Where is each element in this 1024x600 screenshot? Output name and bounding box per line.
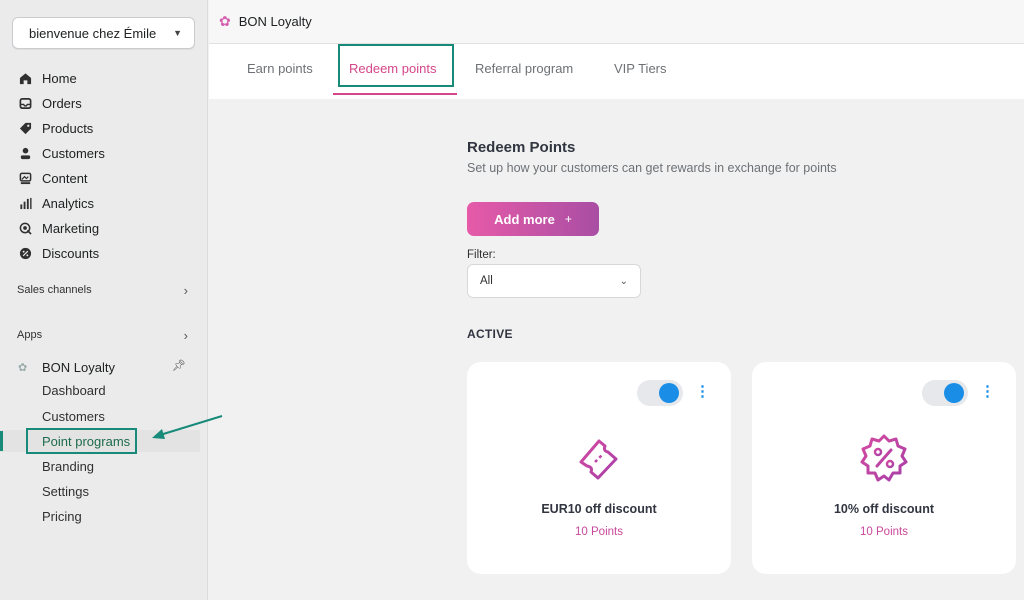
add-more-label: Add more: [494, 211, 555, 227]
tab-referral-program[interactable]: Referral program: [475, 61, 573, 76]
tab-vip-tiers[interactable]: VIP Tiers: [614, 61, 667, 76]
app-logo-icon: ✿: [18, 361, 28, 374]
store-name: bienvenue chez Émile: [29, 25, 157, 41]
app-subitem-pricing[interactable]: Pricing: [0, 505, 200, 527]
nav-item-label: Products: [42, 121, 94, 136]
chevron-right-icon: ›: [183, 327, 188, 343]
image-icon: [18, 172, 32, 186]
app-subitem-settings[interactable]: Settings: [0, 480, 200, 502]
app-subitem-label: Dashboard: [42, 382, 106, 398]
tag-icon: [18, 122, 32, 136]
reward-card[interactable]: ⋮ EUR10 off discount 10 Points: [467, 362, 731, 574]
nav-item-label: Analytics: [42, 196, 95, 211]
annotation-arrow-icon: [152, 415, 223, 439]
chevron-right-icon: ›: [183, 282, 188, 298]
reward-card[interactable]: ⋮ 10% off discount 10 Points: [752, 362, 1016, 574]
app-subitem-branding[interactable]: Branding: [0, 455, 200, 477]
nav-item-label: Content: [42, 171, 88, 186]
filter-select[interactable]: All ⌄: [467, 264, 641, 298]
apps-label: Apps: [17, 329, 43, 341]
reward-title: 10% off discount: [833, 502, 934, 516]
section-heading-active: ACTIVE: [467, 327, 513, 341]
highlight-box: [338, 44, 454, 87]
app-logo-icon: ✿: [219, 13, 231, 29]
page-title: Redeem Points: [467, 139, 576, 156]
more-options-icon[interactable]: ⋮: [695, 382, 710, 402]
nav-item-home[interactable]: Home: [0, 66, 208, 91]
home-icon: [18, 72, 32, 86]
toggle-knob: [659, 383, 679, 403]
reward-toggle[interactable]: [922, 380, 968, 406]
add-more-button[interactable]: Add more +: [467, 202, 599, 236]
percent-badge-icon: [860, 434, 908, 482]
reward-points: 10 Points: [860, 526, 908, 538]
app-bon-loyalty[interactable]: ✿ BON Loyalty 📌︎: [0, 357, 208, 377]
nav-item-orders[interactable]: Orders: [0, 91, 208, 116]
app-subitem-label: Customers: [42, 408, 105, 424]
chevron-down-icon: ▼: [173, 28, 182, 38]
sidebar: bienvenue chez Émile ▼ Home Orders Produ…: [0, 0, 223, 600]
sales-channels-row[interactable]: Sales channels ›: [0, 280, 208, 300]
more-options-icon[interactable]: ⋮: [980, 382, 995, 402]
highlight-box: [26, 428, 137, 454]
plus-icon: +: [564, 212, 572, 226]
store-selector[interactable]: bienvenue chez Émile ▼: [12, 17, 195, 49]
discount-icon: [18, 247, 32, 261]
nav-item-label: Marketing: [42, 221, 100, 236]
active-tab-underline: [333, 93, 457, 95]
nav-item-products[interactable]: Products: [0, 116, 208, 141]
tab-bar: Earn points Redeem points Referral progr…: [209, 44, 1024, 99]
app-subitem-label: Branding: [42, 458, 95, 474]
nav-item-customers[interactable]: Customers: [0, 141, 208, 166]
app-name: BON Loyalty: [42, 359, 115, 375]
reward-title: EUR10 off discount: [541, 502, 657, 516]
app-subitem-label: Pricing: [42, 508, 82, 524]
nav-item-label: Customers: [42, 146, 105, 161]
apps-row[interactable]: Apps ›: [0, 325, 208, 345]
pin-icon[interactable]: 📌︎: [172, 359, 186, 372]
active-indicator: [0, 431, 3, 451]
person-icon: [18, 147, 32, 161]
nav-item-label: Home: [42, 71, 77, 86]
page-subtitle: Set up how your customers can get reward…: [467, 161, 837, 175]
nav-item-content[interactable]: Content: [0, 166, 208, 191]
reward-points: 10 Points: [575, 526, 623, 538]
nav-item-label: Discounts: [42, 246, 100, 261]
app-subitem-dashboard[interactable]: Dashboard: [0, 379, 200, 401]
inbox-icon: [18, 97, 32, 111]
nav-item-analytics[interactable]: Analytics: [0, 191, 208, 216]
filter-label: Filter:: [467, 249, 496, 261]
reward-toggle[interactable]: [637, 380, 683, 406]
app-header: ✿ BON Loyalty: [209, 0, 1024, 44]
bar-chart-icon: [18, 197, 32, 211]
tab-earn-points[interactable]: Earn points: [247, 61, 313, 76]
filter-value: All: [480, 275, 493, 287]
nav-item-discounts[interactable]: Discounts: [0, 241, 208, 266]
nav-item-label: Orders: [42, 96, 82, 111]
main-nav: Home Orders Products Customers Content A…: [0, 66, 208, 266]
app-title: BON Loyalty: [238, 14, 312, 29]
nav-item-marketing[interactable]: Marketing: [0, 216, 208, 241]
toggle-knob: [944, 383, 964, 403]
target-icon: [18, 222, 32, 236]
chevron-down-icon: ⌄: [619, 275, 628, 287]
ticket-icon: [579, 439, 618, 480]
sales-channels-label: Sales channels: [17, 284, 92, 296]
app-subitem-label: Settings: [42, 483, 89, 499]
